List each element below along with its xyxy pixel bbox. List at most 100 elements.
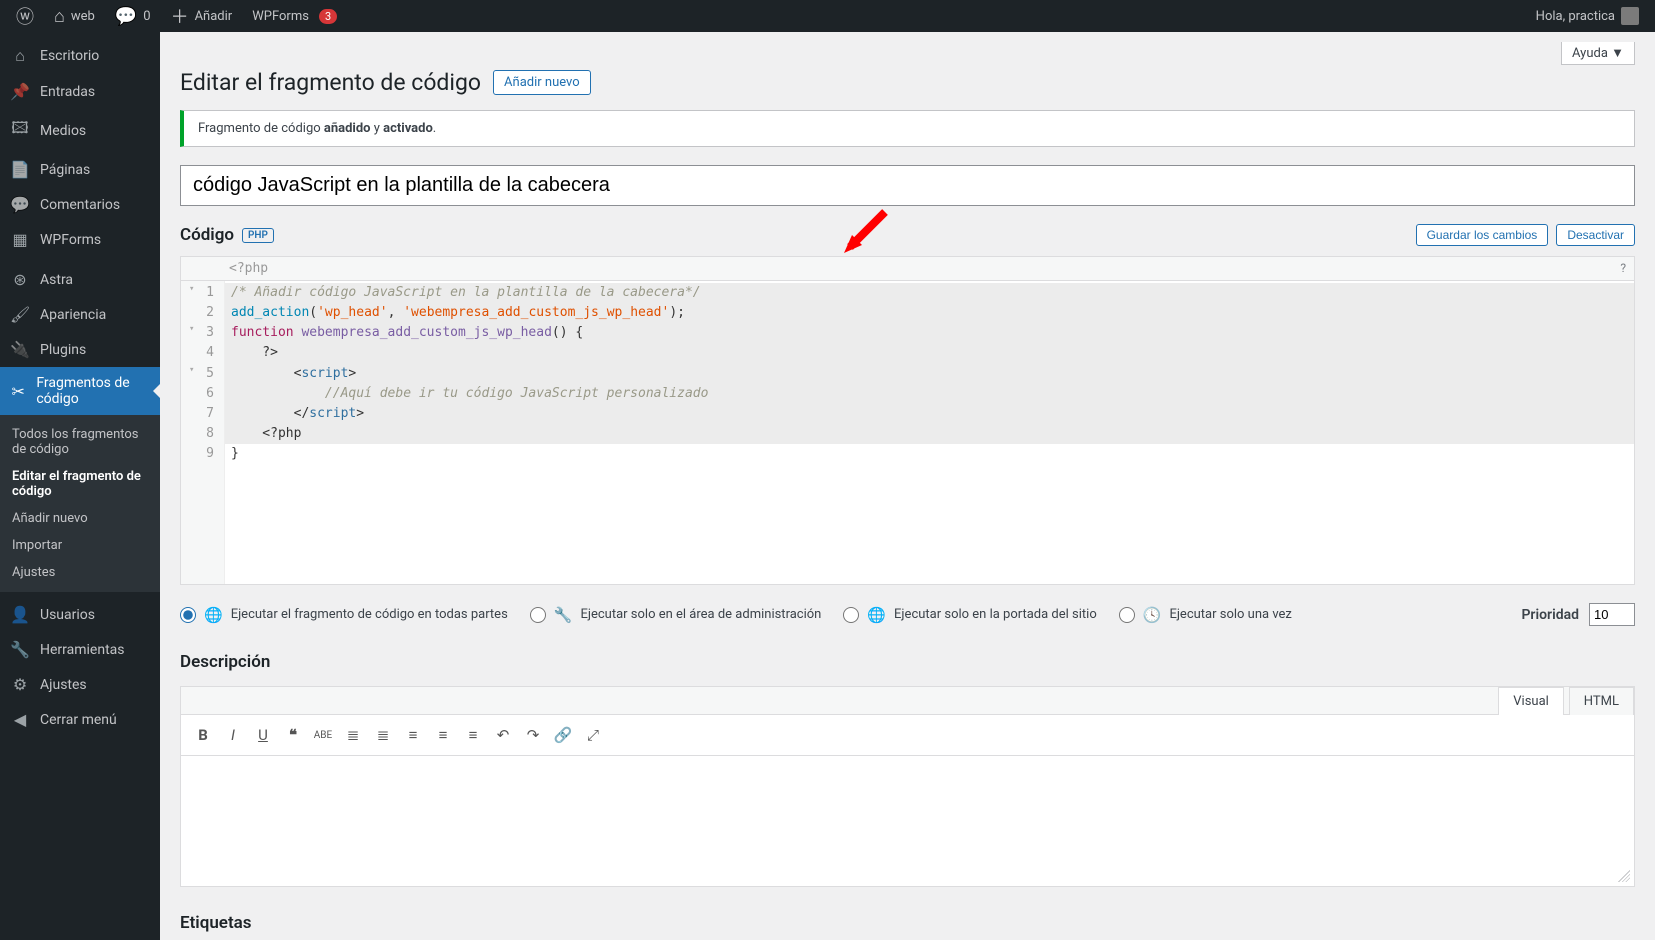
wpforms-link[interactable]: WPForms3 [244, 0, 345, 32]
avatar [1621, 7, 1639, 25]
code-line[interactable]: ?> [225, 343, 1634, 363]
submenu-item[interactable]: Editar el fragmento de código [0, 463, 160, 505]
comments-count: 0 [143, 9, 150, 24]
sidebar-item[interactable]: 🔌Plugins [0, 332, 160, 367]
code-line[interactable]: //Aquí debe ir tu código JavaScript pers… [225, 384, 1634, 404]
sidebar-item[interactable]: ▦WPForms [0, 222, 160, 257]
submenu-item[interactable]: Añadir nuevo [0, 505, 160, 532]
priority-input[interactable] [1589, 603, 1635, 626]
undo-icon[interactable]: ↶ [489, 721, 517, 749]
code-line[interactable]: function webempresa_add_custom_js_wp_hea… [225, 323, 1634, 343]
tab-visual[interactable]: Visual [1498, 687, 1564, 715]
sidebar-item[interactable]: 💬Comentarios [0, 187, 160, 222]
wp-logo[interactable]: ⓦ [8, 0, 42, 32]
align-center-icon[interactable]: ≡ [429, 721, 457, 749]
code-line[interactable]: <script> [225, 364, 1634, 384]
tags-heading: Etiquetas [180, 913, 1635, 933]
run-once-radio[interactable] [1119, 607, 1135, 623]
sidebar-item[interactable]: 🖌 Apariencia [0, 297, 160, 332]
admin-bar: ⓦ ⌂web 💬0 ＋Añadir WPForms3 Hola, practic… [0, 0, 1655, 32]
menu-label: Apariencia [40, 307, 106, 323]
run-once-option[interactable]: 🕓 Ejecutar solo una vez [1119, 606, 1292, 624]
submenu-item[interactable]: Ajustes [0, 559, 160, 586]
menu-icon: 🔧 [10, 640, 30, 659]
menu-icon: 🖾 [10, 117, 30, 144]
sidebar-item[interactable]: ⊛Astra [0, 262, 160, 297]
sidebar-item[interactable]: 👤 Usuarios [0, 597, 160, 632]
site-name: web [71, 9, 95, 24]
deactivate-button[interactable]: Desactivar [1556, 224, 1635, 246]
quote-icon[interactable]: ❝ [279, 721, 307, 749]
align-left-icon[interactable]: ≡ [399, 721, 427, 749]
globe-icon: 🌐 [204, 606, 223, 624]
sidebar-item[interactable]: ⌂Escritorio [0, 38, 160, 74]
account-link[interactable]: Hola, practica [1528, 0, 1647, 32]
submenu-item[interactable]: Todos los fragmentos de código [0, 421, 160, 463]
menu-icon: ✂ [10, 382, 26, 401]
add-new-button[interactable]: Añadir nuevo [493, 70, 591, 95]
menu-label: Astra [40, 272, 73, 288]
editor-toolbar: B I U ❝ ABE ≣ ≣ ≡ ≡ ≡ ↶ ↷ 🔗 ⤢ [181, 715, 1634, 756]
menu-label: Medios [40, 123, 86, 139]
code-line[interactable]: <?php [225, 424, 1634, 444]
description-body[interactable] [181, 756, 1634, 886]
code-line[interactable]: } [231, 444, 1628, 464]
strike-icon[interactable]: ABE [309, 721, 337, 749]
submenu-item[interactable]: Importar [0, 532, 160, 559]
menu-icon: 🖌 [10, 305, 30, 324]
ol-icon[interactable]: ≣ [369, 721, 397, 749]
add-new-link[interactable]: ＋Añadir [163, 0, 241, 32]
sidebar-item[interactable]: 🔧Herramientas [0, 632, 160, 667]
comments-link[interactable]: 💬0 [107, 0, 159, 32]
code-line[interactable]: </script> [225, 404, 1634, 424]
menu-icon: 💬 [10, 195, 30, 214]
help-tab[interactable]: Ayuda ▼ [1561, 42, 1635, 65]
description-heading: Descripción [180, 652, 1635, 672]
menu-label: Fragmentos de código [36, 375, 150, 407]
code-editor[interactable]: ? <?php 123456789 /* Añadir código JavaS… [180, 256, 1635, 585]
run-everywhere-radio[interactable] [180, 607, 196, 623]
snippet-title-input[interactable] [180, 165, 1635, 206]
menu-icon: ⚙ [10, 675, 30, 694]
resize-handle[interactable] [1618, 870, 1630, 882]
sidebar-item[interactable]: ⚙ Ajustes [0, 667, 160, 702]
run-front-radio[interactable] [843, 607, 859, 623]
menu-label: WPForms [40, 232, 101, 248]
run-admin-option[interactable]: 🔧 Ejecutar solo en el área de administra… [530, 606, 822, 624]
italic-icon[interactable]: I [219, 721, 247, 749]
bold-icon[interactable]: B [189, 721, 217, 749]
fullscreen-icon[interactable]: ⤢ [579, 721, 607, 749]
sidebar-item[interactable]: ◀Cerrar menú [0, 702, 160, 737]
ul-icon[interactable]: ≣ [339, 721, 367, 749]
sidebar-item[interactable]: 📄 Páginas [0, 152, 160, 187]
wpforms-badge: 3 [319, 9, 337, 24]
run-everywhere-option[interactable]: 🌐 Ejecutar el fragmento de código en tod… [180, 606, 508, 624]
help-icon[interactable]: ? [1620, 261, 1626, 275]
clock-icon: 🕓 [1143, 606, 1162, 624]
menu-icon: 📄 [10, 160, 30, 179]
menu-label: Entradas [40, 84, 95, 100]
menu-label: Usuarios [40, 607, 95, 623]
menu-label: Ajustes [40, 677, 87, 693]
code-prefix: <?php [181, 257, 1634, 281]
sidebar-item[interactable]: 🖾 Medios [0, 109, 160, 152]
tab-html[interactable]: HTML [1569, 687, 1634, 715]
code-line[interactable]: add_action('wp_head', 'webempresa_add_cu… [225, 303, 1634, 323]
underline-icon[interactable]: U [249, 721, 277, 749]
save-button[interactable]: Guardar los cambios [1416, 224, 1549, 246]
menu-icon: 👤 [10, 605, 30, 624]
wrench-icon: 🔧 [554, 606, 573, 624]
run-front-option[interactable]: 🌐 Ejecutar solo en la portada del sitio [843, 606, 1096, 624]
link-icon[interactable]: 🔗 [549, 721, 577, 749]
menu-icon: ◀ [10, 710, 30, 729]
sidebar-item[interactable]: ✂ Fragmentos de código [0, 367, 160, 415]
sidebar-item[interactable]: 📌Entradas [0, 74, 160, 109]
run-admin-radio[interactable] [530, 607, 546, 623]
menu-label: Páginas [40, 162, 90, 178]
align-right-icon[interactable]: ≡ [459, 721, 487, 749]
code-line[interactable]: /* Añadir código JavaScript en la planti… [225, 283, 1634, 303]
success-notice: Fragmento de código añadido y activado. [180, 110, 1635, 147]
redo-icon[interactable]: ↷ [519, 721, 547, 749]
priority-label: Prioridad [1521, 607, 1579, 623]
site-link[interactable]: ⌂web [46, 0, 103, 32]
